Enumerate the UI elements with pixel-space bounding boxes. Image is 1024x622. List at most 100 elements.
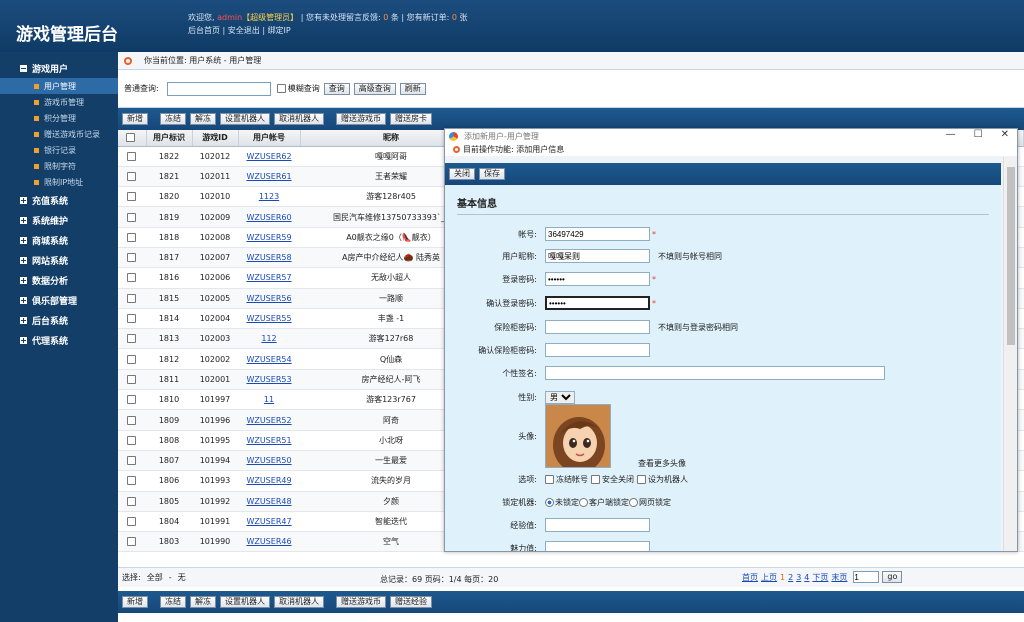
nickname-input[interactable] [545, 249, 650, 263]
prev-page-link[interactable]: 上页 [761, 572, 777, 583]
safe-password-input[interactable] [545, 320, 650, 334]
account-link[interactable]: WZUSER51 [246, 436, 291, 445]
account-link[interactable]: WZUSER61 [246, 172, 291, 181]
select-all-link[interactable]: 全部 [147, 572, 163, 583]
page-2-link[interactable]: 2 [788, 573, 793, 582]
query-button[interactable]: 查询 [323, 82, 350, 95]
dialog-titlebar[interactable]: 添加新用户-用户管理 — ☐ ✕ [445, 129, 1017, 143]
cancel-robot-button[interactable]: 取消机器人 [274, 113, 324, 125]
fuzzy-checkbox[interactable] [276, 84, 286, 93]
menu-group-users[interactable]: 游戏用户 [0, 58, 118, 78]
gift-exp-button[interactable]: 赠送经验 [390, 596, 432, 608]
set-robot-checkbox[interactable] [637, 474, 646, 484]
menu-group-analytics[interactable]: 数据分析 [0, 270, 118, 290]
row-checkbox[interactable] [126, 435, 136, 445]
sidebar-item-coin-manage[interactable]: 游戏币管理 [0, 94, 118, 110]
unlocked-radio[interactable] [545, 497, 554, 507]
col-game-id[interactable]: 游戏ID [192, 130, 239, 147]
next-page-link[interactable]: 下页 [812, 572, 828, 583]
menu-group-agent[interactable]: 代理系统 [0, 330, 118, 350]
account-link[interactable]: WZUSER53 [246, 375, 291, 384]
account-link[interactable]: WZUSER48 [246, 497, 291, 506]
page-number-input[interactable] [853, 571, 880, 583]
freeze-account-checkbox[interactable] [545, 474, 554, 484]
row-checkbox[interactable] [126, 212, 136, 222]
sidebar-item-user-manage[interactable]: 用户管理 [0, 78, 118, 94]
signature-input[interactable] [545, 366, 885, 380]
row-checkbox[interactable] [126, 415, 136, 425]
scrollbar-thumb[interactable] [1007, 167, 1015, 345]
row-checkbox[interactable] [126, 537, 136, 547]
add-button-bottom[interactable]: 新增 [122, 596, 148, 608]
account-link[interactable]: WZUSER46 [246, 537, 291, 546]
confirm-safe-password-input[interactable] [545, 343, 650, 357]
account-link[interactable]: WZUSER54 [246, 355, 291, 364]
account-link[interactable]: WZUSER57 [246, 273, 291, 282]
unfreeze-button[interactable]: 解冻 [190, 113, 216, 125]
account-link[interactable]: WZUSER59 [246, 233, 291, 242]
link-logout[interactable]: 安全退出 [228, 26, 260, 35]
row-checkbox[interactable] [126, 151, 136, 161]
link-home[interactable]: 后台首页 [188, 26, 220, 35]
gift-coin-button-bottom[interactable]: 赠送游戏币 [336, 596, 386, 608]
col-user-id[interactable]: 用户标识 [146, 130, 193, 147]
col-account[interactable]: 用户帐号 [238, 130, 301, 147]
row-checkbox[interactable] [126, 273, 136, 283]
row-checkbox[interactable] [126, 496, 136, 506]
menu-group-maintenance[interactable]: 系统维护 [0, 210, 118, 230]
sidebar-item-restrict-ip[interactable]: 限制IP地址 [0, 174, 118, 190]
freeze-button[interactable]: 冻结 [160, 113, 186, 125]
account-link[interactable]: 1123 [259, 192, 279, 201]
sidebar-item-bank-log[interactable]: 银行记录 [0, 142, 118, 158]
add-button[interactable]: 新增 [122, 113, 148, 125]
dialog-save-button[interactable]: 保存 [479, 168, 505, 180]
menu-group-club[interactable]: 俱乐部管理 [0, 290, 118, 310]
refresh-button[interactable]: 刷新 [399, 82, 426, 95]
page-3-link[interactable]: 3 [796, 573, 801, 582]
page-4-link[interactable]: 4 [804, 573, 809, 582]
maximize-icon[interactable]: ☐ [974, 129, 983, 140]
row-checkbox[interactable] [126, 354, 136, 364]
client-lock-radio[interactable] [579, 497, 588, 507]
experience-input[interactable] [545, 518, 650, 532]
account-link[interactable]: WZUSER55 [246, 314, 291, 323]
menu-group-mall[interactable]: 商城系统 [0, 230, 118, 250]
account-link[interactable]: WZUSER58 [246, 253, 291, 262]
menu-group-backend[interactable]: 后台系统 [0, 310, 118, 330]
sidebar-item-restrict-chars[interactable]: 限制字符 [0, 158, 118, 174]
advanced-query-button[interactable]: 高级查询 [353, 82, 396, 95]
row-checkbox[interactable] [126, 192, 136, 202]
charm-input[interactable] [545, 541, 650, 551]
row-checkbox[interactable] [126, 476, 136, 486]
row-checkbox[interactable] [126, 516, 136, 526]
sidebar-item-gift-coin-log[interactable]: 赠送游戏币记录 [0, 126, 118, 142]
select-none-link[interactable]: 无 [178, 572, 186, 583]
row-checkbox[interactable] [126, 232, 136, 242]
sidebar-item-points-manage[interactable]: 积分管理 [0, 110, 118, 126]
search-input[interactable] [166, 81, 271, 96]
password-input[interactable] [545, 272, 650, 286]
menu-group-website[interactable]: 网站系统 [0, 250, 118, 270]
go-button[interactable]: go [882, 571, 903, 583]
set-robot-button-bottom[interactable]: 设置机器人 [220, 596, 270, 608]
link-bind-ip[interactable]: 绑定IP [268, 26, 291, 35]
gift-coin-button[interactable]: 赠送游戏币 [336, 113, 386, 125]
cancel-robot-button-bottom[interactable]: 取消机器人 [274, 596, 324, 608]
select-all-header[interactable] [118, 130, 147, 147]
close-icon[interactable]: ✕ [1001, 129, 1009, 140]
confirm-password-input[interactable] [545, 296, 650, 310]
account-link[interactable]: 11 [264, 395, 274, 404]
safe-close-checkbox[interactable] [591, 474, 600, 484]
unfreeze-button-bottom[interactable]: 解冻 [190, 596, 216, 608]
account-link[interactable]: WZUSER50 [246, 456, 291, 465]
set-robot-button[interactable]: 设置机器人 [220, 113, 270, 125]
page-1-link[interactable]: 1 [780, 573, 785, 582]
row-checkbox[interactable] [126, 253, 136, 263]
row-checkbox[interactable] [126, 314, 136, 324]
account-link[interactable]: WZUSER62 [246, 152, 291, 161]
row-checkbox[interactable] [126, 334, 136, 344]
row-checkbox[interactable] [126, 374, 136, 384]
freeze-button-bottom[interactable]: 冻结 [160, 596, 186, 608]
web-lock-radio[interactable] [629, 497, 638, 507]
row-checkbox[interactable] [126, 171, 136, 181]
